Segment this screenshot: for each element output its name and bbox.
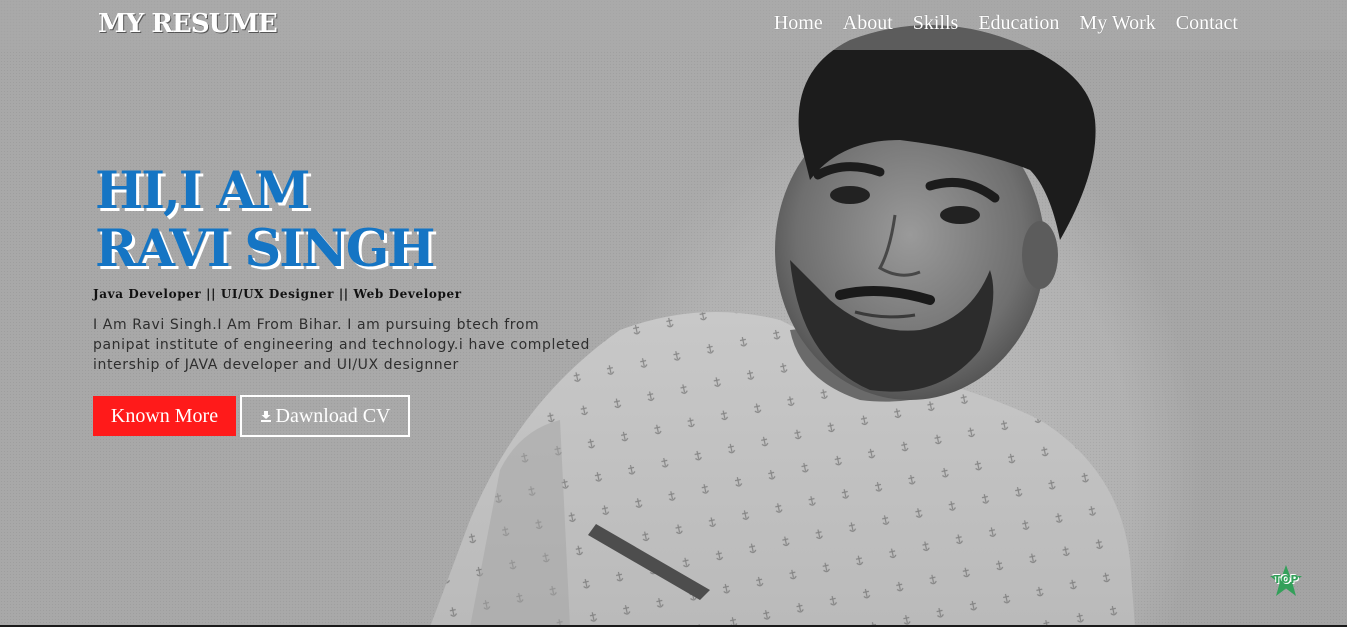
download-cv-label: Dawnload CV [275, 404, 391, 427]
hero-section: MY RESUME Home About Skills Education My… [0, 0, 1347, 627]
known-more-button[interactable]: Known More [93, 396, 236, 436]
download-icon [260, 411, 271, 422]
nav-home-link[interactable]: Home [774, 12, 823, 35]
top-navbar: MY RESUME Home About Skills Education My… [0, 0, 1347, 50]
hero-roles: Java Developer || UI/UX Designer || Web … [93, 287, 462, 301]
nav-education-link[interactable]: Education [978, 12, 1059, 35]
known-more-label: Known More [110, 404, 219, 427]
download-cv-button[interactable]: Dawnload CV [240, 395, 410, 437]
nav-about-link[interactable]: About [843, 12, 893, 35]
scroll-top-label: TOP [1273, 573, 1299, 586]
scroll-top-button[interactable]: TOP [1268, 563, 1304, 599]
hero-bio: I Am Ravi Singh.I Am From Bihar. I am pu… [93, 317, 590, 373]
main-nav: Home About Skills Education My Work Cont… [754, 12, 1238, 35]
nav-my-work-link[interactable]: My Work [1079, 12, 1155, 35]
hero-headline: HI,I AM RAVI SINGH [95, 161, 435, 279]
profile-photo [430, 25, 1135, 627]
hero-greeting: HI,I AM [95, 161, 310, 221]
nav-contact-link[interactable]: Contact [1176, 12, 1238, 35]
brand-logo[interactable]: MY RESUME [98, 9, 278, 39]
nav-skills-link[interactable]: Skills [913, 12, 959, 35]
hero-name: RAVI SINGH [95, 219, 435, 279]
